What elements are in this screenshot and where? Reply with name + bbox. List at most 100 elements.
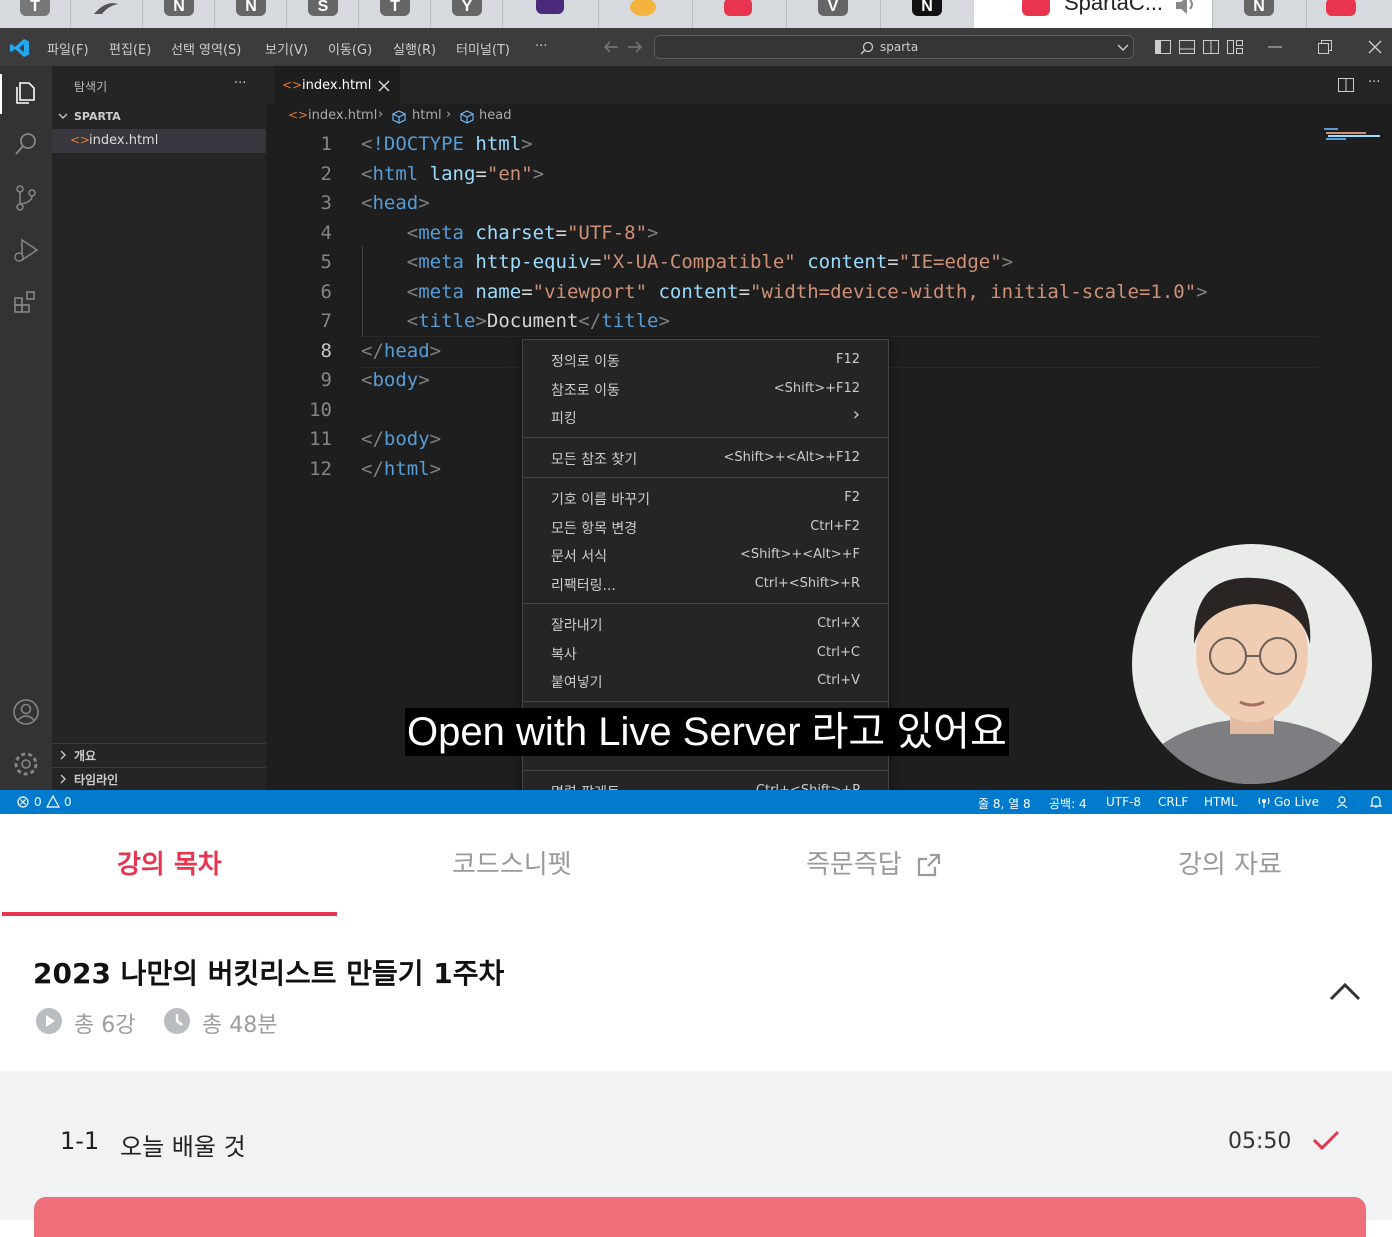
code-line[interactable]: </body> bbox=[361, 424, 441, 454]
context-menu-item[interactable]: 피킹 › bbox=[523, 403, 888, 431]
context-menu-item[interactable]: 문서 서식 <Shift>+<Alt>+F bbox=[523, 541, 888, 569]
folder-sparta[interactable]: SPARTA bbox=[52, 106, 266, 128]
browser-tab[interactable] bbox=[70, 0, 143, 28]
language-mode[interactable]: HTML bbox=[1204, 795, 1237, 809]
breadcrumb-head[interactable]: head bbox=[479, 108, 511, 123]
chevron-down-icon[interactable] bbox=[1117, 44, 1129, 52]
menu-view[interactable]: 보기(V) bbox=[265, 39, 308, 58]
more-actions-button[interactable]: ··· bbox=[1368, 75, 1380, 90]
run-debug-icon[interactable] bbox=[12, 236, 40, 264]
menu-selection[interactable]: 선택 영역(S) bbox=[171, 39, 241, 58]
context-menu-item[interactable]: 참조로 이동 <Shift>+F12 bbox=[523, 375, 888, 403]
explorer-icon[interactable] bbox=[12, 78, 40, 106]
lesson-item-highlight[interactable] bbox=[34, 1197, 1366, 1237]
context-menu-item[interactable]: 모든 항목 변경 Ctrl+F2 bbox=[523, 513, 888, 541]
tab-materials[interactable]: 강의 자료 bbox=[1178, 844, 1282, 881]
menu-file[interactable]: 파일(F) bbox=[47, 39, 89, 58]
code-line[interactable]: <!DOCTYPE html> bbox=[361, 129, 533, 159]
code-line[interactable]: </html> bbox=[361, 454, 441, 484]
encoding[interactable]: UTF-8 bbox=[1106, 795, 1141, 809]
line-number-active: 8 bbox=[320, 340, 332, 362]
code-line[interactable]: </head> bbox=[361, 336, 441, 366]
close-icon[interactable] bbox=[1368, 40, 1382, 54]
indentation[interactable]: 공백: 4 bbox=[1049, 795, 1087, 812]
editor-tab-index-html[interactable]: <> index.html bbox=[274, 66, 400, 105]
menu-terminal[interactable]: 터미널(T) bbox=[456, 39, 510, 58]
browser-tab[interactable]: S bbox=[286, 0, 359, 28]
code-line[interactable]: <meta http-equiv="X-UA-Compatible" conte… bbox=[361, 247, 1013, 277]
chevron-up-icon[interactable] bbox=[1329, 982, 1361, 1002]
course-section: 2023 나만의 버킷리스트 만들기 1주차 총 6강 총 48분 bbox=[0, 916, 1392, 1071]
gear-icon[interactable] bbox=[12, 750, 40, 778]
context-menu-item[interactable]: 리팩터링... Ctrl+<Shift>+R bbox=[523, 570, 888, 598]
browser-tab[interactable] bbox=[1306, 0, 1392, 28]
cursor-position[interactable]: 줄 8, 열 8 bbox=[978, 795, 1031, 812]
explorer-more-button[interactable]: ··· bbox=[234, 76, 246, 91]
close-icon[interactable] bbox=[378, 80, 390, 92]
menu-edit[interactable]: 편집(E) bbox=[109, 39, 151, 58]
code-line[interactable]: <meta name="viewport" content="width=dev… bbox=[361, 277, 1208, 307]
external-link-icon[interactable] bbox=[916, 852, 942, 878]
problems-indicator[interactable]: 0 0 bbox=[0, 790, 80, 814]
back-arrow-icon[interactable] bbox=[603, 41, 619, 53]
code-line[interactable]: <body> bbox=[361, 365, 430, 395]
breadcrumb-file[interactable]: index.html bbox=[308, 108, 377, 123]
timeline-section[interactable]: 타임라인 bbox=[52, 768, 266, 790]
speaker-icon bbox=[1176, 0, 1193, 14]
browser-tab[interactable]: N bbox=[880, 0, 975, 28]
breadcrumb-html[interactable]: html bbox=[412, 108, 442, 123]
sparta-tab-icon bbox=[1022, 0, 1050, 16]
browser-tab[interactable]: N bbox=[142, 0, 215, 28]
minimize-icon[interactable] bbox=[1268, 46, 1282, 48]
line-ending[interactable]: CRLF bbox=[1158, 795, 1188, 809]
context-menu-item[interactable]: 잘라내기 Ctrl+X bbox=[523, 610, 888, 638]
go-live-button[interactable]: Go Live bbox=[1256, 790, 1322, 814]
search-icon[interactable] bbox=[12, 130, 40, 158]
command-center-search[interactable]: sparta bbox=[654, 35, 1134, 59]
browser-tab[interactable]: T bbox=[358, 0, 431, 28]
forward-arrow-icon[interactable] bbox=[627, 41, 643, 53]
customize-layout-icon[interactable] bbox=[1227, 40, 1243, 54]
source-control-icon[interactable] bbox=[12, 184, 40, 212]
context-menu-item[interactable]: 붙여넣기 Ctrl+V bbox=[523, 667, 888, 695]
minimap[interactable] bbox=[1324, 128, 1384, 142]
browser-tab[interactable]: Y bbox=[430, 0, 503, 28]
file-index-html[interactable]: <> index.html bbox=[52, 129, 266, 153]
menu-item-label: 정의로 이동 bbox=[551, 354, 620, 370]
html-file-icon: <> bbox=[70, 133, 91, 147]
browser-tab[interactable] bbox=[692, 0, 787, 28]
toggle-panel-icon[interactable] bbox=[1179, 40, 1195, 54]
browser-tab[interactable] bbox=[502, 0, 599, 28]
feedback-icon[interactable] bbox=[1336, 795, 1350, 809]
menu-go[interactable]: 이동(G) bbox=[328, 39, 372, 58]
tab-curriculum[interactable]: 강의 목차 bbox=[117, 844, 222, 881]
code-line[interactable]: <head> bbox=[361, 188, 430, 218]
browser-tab[interactable]: N bbox=[1212, 0, 1307, 28]
toggle-secondary-sidebar-icon[interactable] bbox=[1203, 40, 1219, 54]
split-editor-icon[interactable] bbox=[1338, 78, 1354, 92]
context-menu-item[interactable]: 복사 Ctrl+C bbox=[523, 639, 888, 667]
menu-more[interactable]: ··· bbox=[535, 39, 547, 54]
menu-run[interactable]: 실행(R) bbox=[393, 39, 436, 58]
browser-tab-active[interactable]: SpartaC... bbox=[974, 0, 1213, 28]
browser-tab[interactable] bbox=[598, 0, 693, 28]
code-line[interactable]: <html lang="en"> bbox=[361, 159, 544, 189]
lesson-item[interactable]: 1-1 오늘 배울 것 05:50 bbox=[0, 1111, 1392, 1171]
code-line[interactable]: <meta charset="UTF-8"> bbox=[361, 218, 659, 248]
context-menu-item[interactable]: 모든 참조 찾기 <Shift>+<Alt>+F12 bbox=[523, 444, 888, 472]
tab-code-snippet[interactable]: 코드스니펫 bbox=[452, 844, 572, 881]
browser-tab[interactable]: N bbox=[214, 0, 287, 28]
accounts-icon[interactable] bbox=[12, 698, 40, 726]
toggle-primary-sidebar-icon[interactable] bbox=[1155, 40, 1171, 54]
symbol-cube-icon bbox=[392, 110, 406, 124]
browser-tab[interactable]: T bbox=[0, 0, 71, 28]
code-line[interactable]: <title>Document</title> bbox=[361, 306, 670, 336]
extensions-icon[interactable] bbox=[12, 288, 40, 316]
tab-qna[interactable]: 즉문즉답 bbox=[806, 844, 902, 881]
browser-tab[interactable]: V bbox=[786, 0, 881, 28]
outline-section[interactable]: 개요 bbox=[52, 744, 266, 766]
context-menu-item[interactable]: 기호 이름 바꾸기 F2 bbox=[523, 484, 888, 512]
bell-icon[interactable] bbox=[1369, 795, 1383, 809]
restore-icon[interactable] bbox=[1318, 40, 1332, 54]
context-menu-item[interactable]: 정의로 이동 F12 bbox=[523, 346, 888, 374]
